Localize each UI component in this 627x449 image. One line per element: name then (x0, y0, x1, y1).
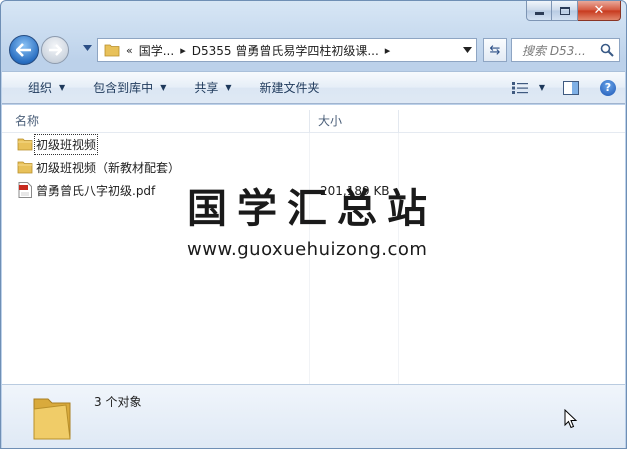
preview-pane-button[interactable] (551, 72, 591, 103)
help-icon: ? (600, 79, 616, 96)
folder-icon (17, 161, 33, 174)
folder-icon (17, 138, 33, 151)
include-in-library-label: 包含到库中 (93, 81, 154, 95)
caption-buttons: ✕ (526, 1, 621, 21)
file-name[interactable]: 初级班视频（新教材配套） (36, 159, 180, 176)
folder-icon (33, 398, 71, 440)
details-pane: 3 个对象 (2, 384, 625, 448)
minimize-icon (534, 12, 544, 15)
close-icon: ✕ (593, 3, 605, 18)
view-list-icon (512, 81, 528, 94)
close-button[interactable]: ✕ (578, 1, 621, 21)
refresh-button[interactable]: ⇆ (483, 38, 507, 62)
item-count: 3 个对象 (94, 395, 142, 409)
organize-button[interactable]: 组织 ▼ (2, 72, 79, 103)
watermark-url: www.guoxuehuizong.com (187, 239, 428, 260)
organize-label: 组织 (28, 81, 53, 95)
column-header-name[interactable]: 名称 (7, 110, 310, 133)
forward-button[interactable] (41, 36, 69, 64)
watermark: 国学汇总站 www.guoxuehuizong.com (187, 185, 447, 260)
refresh-icon: ⇆ (489, 42, 501, 58)
file-row[interactable]: 初级班视频 (2, 133, 625, 156)
back-button[interactable] (9, 35, 39, 65)
change-view-button[interactable] (507, 72, 533, 103)
chevron-down-icon: ▼ (59, 83, 66, 92)
file-name[interactable]: 初级班视频 (33, 134, 99, 155)
breadcrumb-overflow[interactable]: « (126, 44, 133, 57)
command-bar: 组织 ▼ 包含到库中 ▼ 共享 ▼ 新建文件夹 ▼ ? (2, 71, 625, 104)
column-header-size[interactable]: 大小 (310, 110, 399, 133)
explorer-window: ✕ « 国学... ▸ D5355 曾勇曾氏易学四柱初级课... ▸ ⇆ 搜索 … (0, 0, 627, 449)
help-button[interactable]: ? (591, 72, 625, 103)
maximize-icon (559, 6, 570, 15)
watermark-title: 国学汇总站 (187, 186, 437, 232)
file-row[interactable]: 初级班视频（新教材配套） (2, 156, 625, 179)
new-folder-label: 新建文件夹 (259, 81, 320, 95)
chevron-down-icon: ▼ (538, 83, 546, 92)
chevron-down-icon: ▼ (160, 83, 167, 92)
arrow-left-icon (16, 43, 31, 57)
search-icon[interactable] (600, 43, 614, 57)
address-bar[interactable]: « 国学... ▸ D5355 曾勇曾氏易学四柱初级课... ▸ (97, 38, 477, 62)
address-dropdown-icon[interactable] (463, 47, 472, 53)
navigation-bar: « 国学... ▸ D5355 曾勇曾氏易学四柱初级课... ▸ ⇆ 搜索 D5… (9, 35, 620, 65)
file-name[interactable]: 曾勇曾氏八字初级.pdf (36, 182, 155, 199)
breadcrumb-separator-icon[interactable]: ▸ (385, 44, 391, 57)
view-options-dropdown[interactable]: ▼ (533, 72, 551, 103)
share-label: 共享 (194, 81, 219, 95)
chevron-down-icon: ▼ (225, 83, 232, 92)
pdf-file-icon (18, 182, 32, 198)
file-list: 名称 大小 初级班视频 初级班视频（新教材配套） 曾勇曾氏八字初级.pdf 20… (2, 105, 625, 384)
mouse-cursor-icon (564, 409, 578, 429)
search-placeholder: 搜索 D53... (522, 43, 586, 58)
column-headers: 名称 大小 (2, 110, 625, 133)
include-in-library-button[interactable]: 包含到库中 ▼ (79, 72, 180, 103)
recent-pages-dropdown-icon[interactable] (83, 45, 92, 51)
share-button[interactable]: 共享 ▼ (180, 72, 245, 103)
search-box[interactable]: 搜索 D53... (511, 38, 620, 62)
breadcrumb-separator-icon[interactable]: ▸ (180, 44, 186, 57)
minimize-button[interactable] (526, 1, 552, 21)
folder-icon (104, 44, 120, 57)
arrow-right-icon (49, 44, 62, 56)
breadcrumb-item-current[interactable]: D5355 曾勇曾氏易学四柱初级课... (192, 42, 379, 59)
command-bar-right: ▼ ? (507, 72, 625, 103)
new-folder-button[interactable]: 新建文件夹 (246, 72, 334, 103)
maximize-button[interactable] (552, 1, 578, 21)
breadcrumb-item-parent[interactable]: 国学... (139, 42, 174, 59)
preview-pane-icon (563, 80, 579, 95)
column-divider[interactable] (398, 110, 399, 133)
